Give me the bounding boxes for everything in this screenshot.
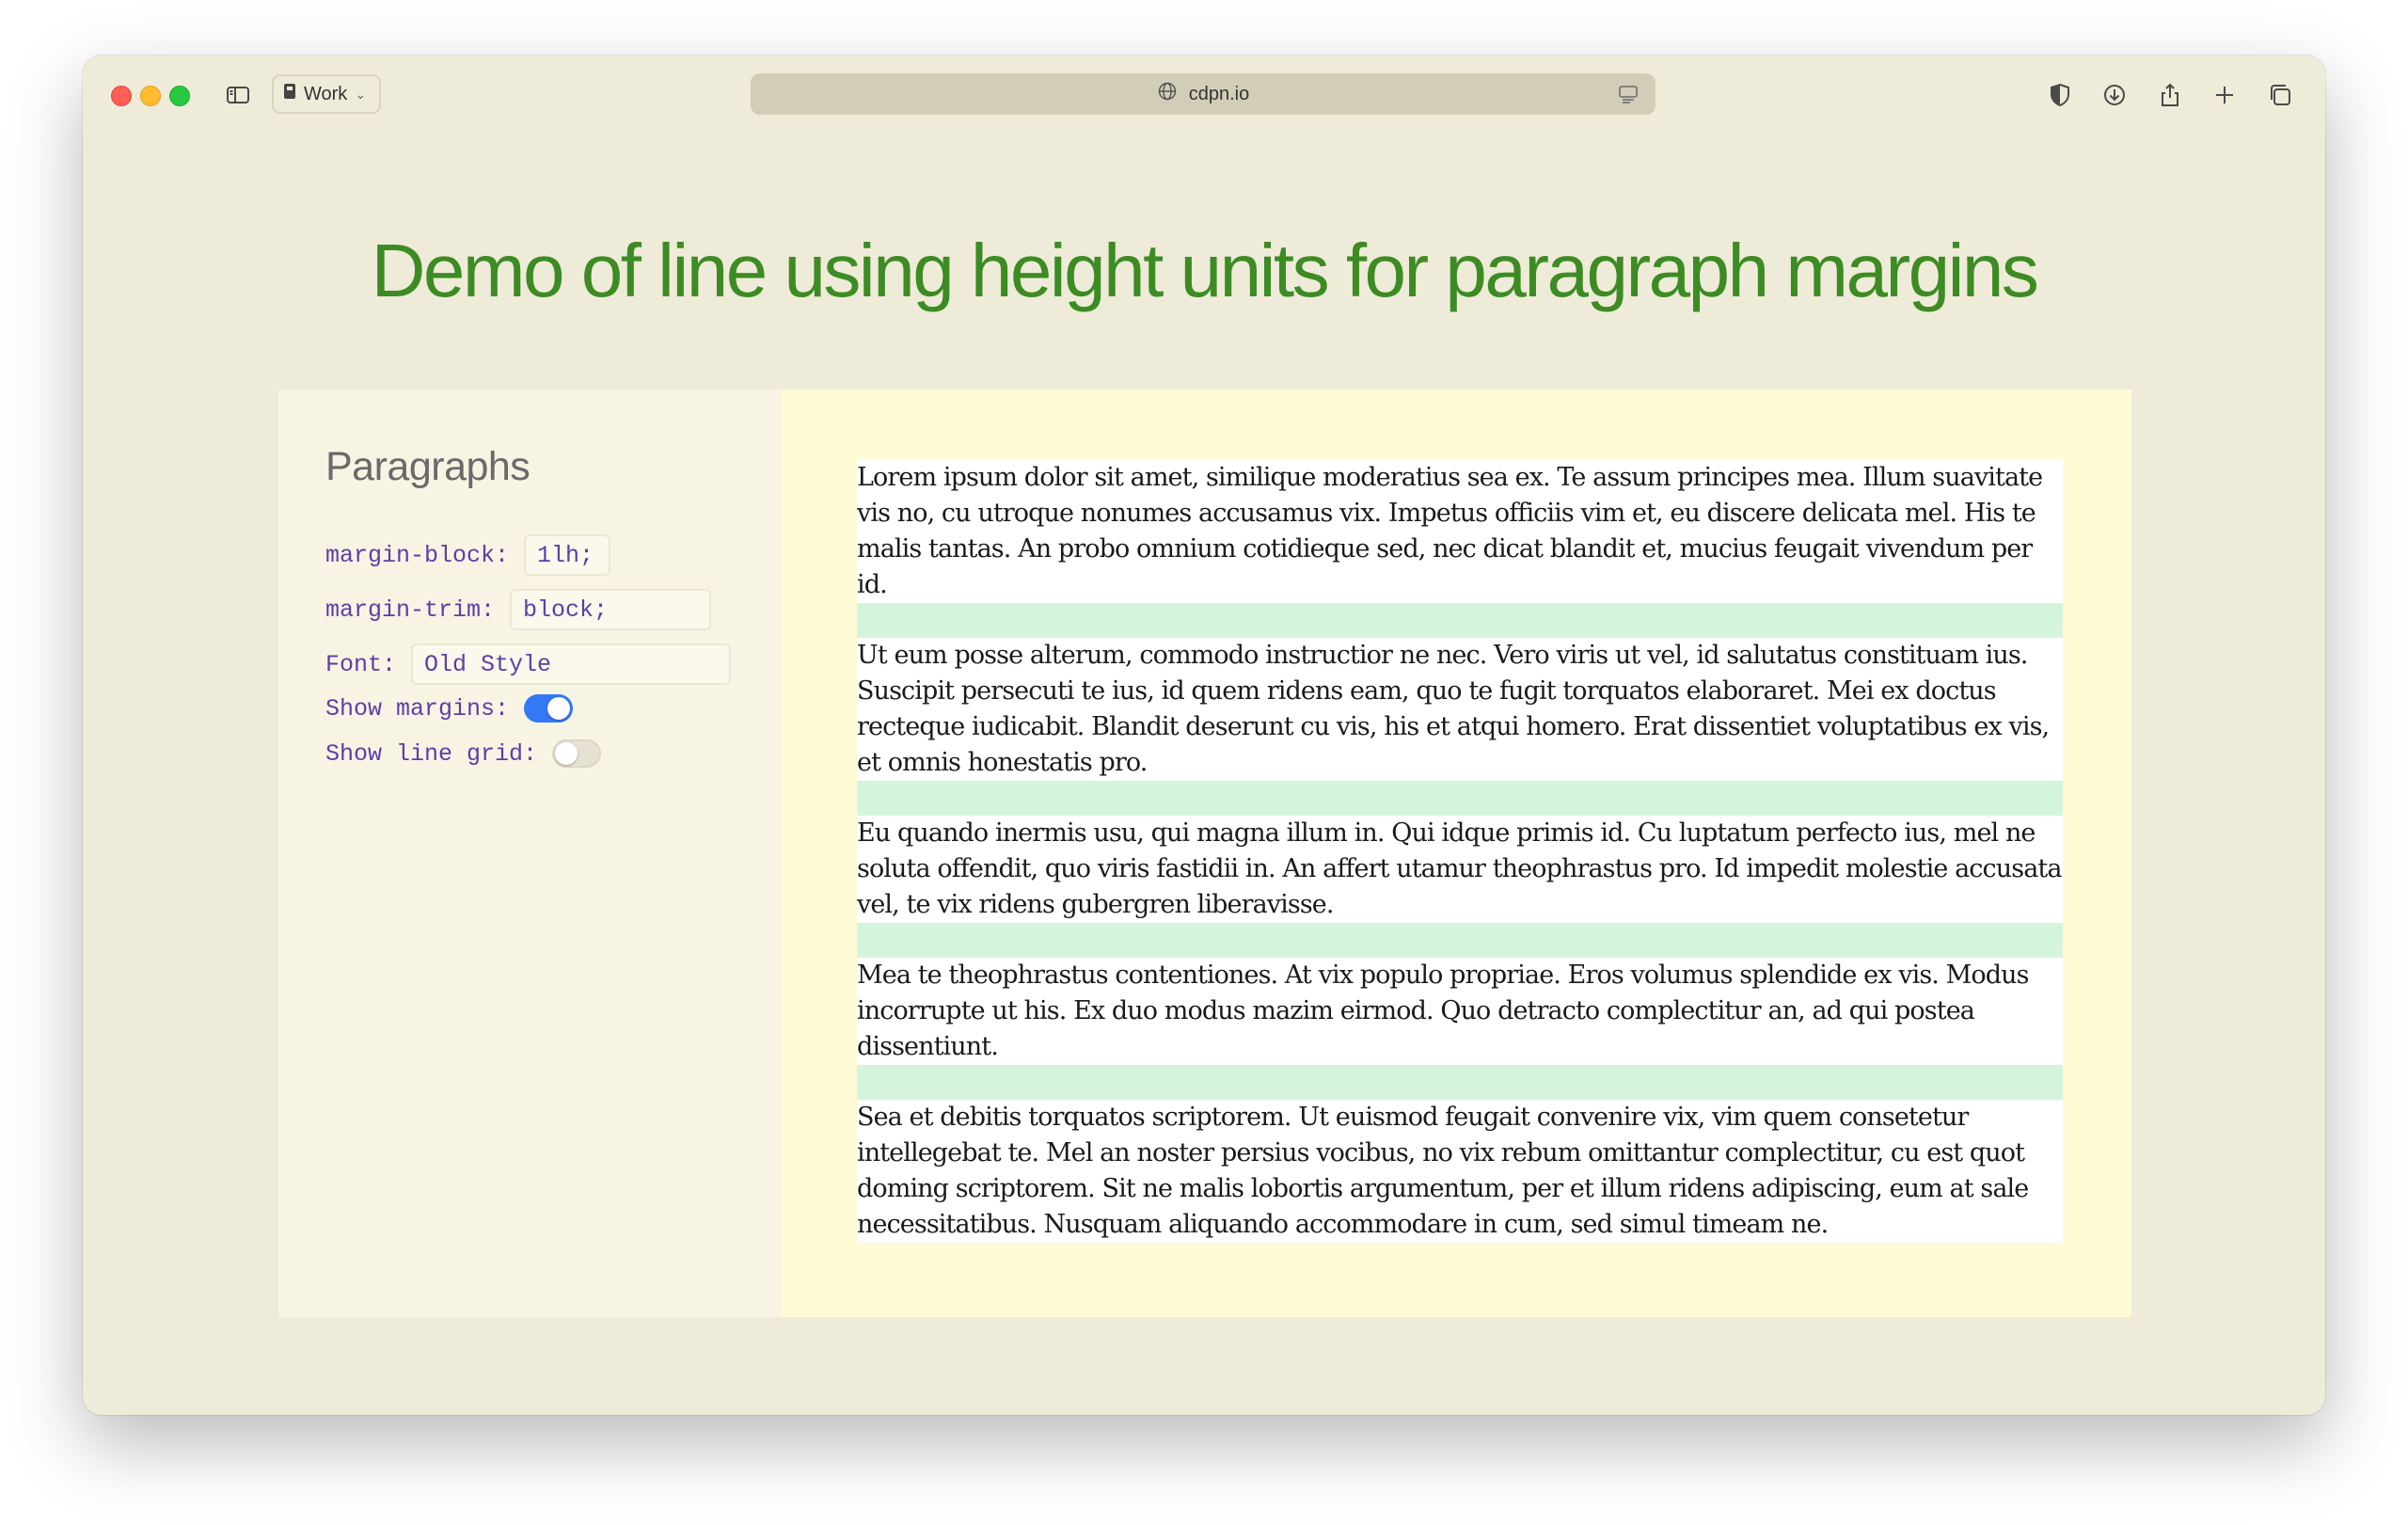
profile-label: Work: [304, 83, 348, 104]
paragraph: Sea et debitis torquatos scriptorem. Ut …: [857, 1100, 2063, 1243]
share-icon[interactable]: [2153, 78, 2187, 112]
paragraph: Eu quando inermis usu, qui magna illum i…: [857, 816, 2063, 923]
show-margins-label: Show margins:: [325, 694, 510, 723]
sidebar-toggle-icon[interactable]: [221, 78, 255, 112]
show-line-grid-label: Show line grid:: [325, 739, 538, 768]
maximize-window-button[interactable]: [169, 86, 190, 106]
url-text: cdpn.io: [1188, 83, 1250, 104]
reader-mode-icon[interactable]: [1616, 82, 1640, 106]
chevron-down-icon: ⌄: [355, 86, 367, 102]
paragraphs-preview: Lorem ipsum dolor sit amet, similique mo…: [857, 460, 2063, 1243]
browser-toolbar: Work ⌄ cdpn.io: [83, 56, 2325, 133]
font-select[interactable]: [411, 643, 732, 685]
toggle-knob: [547, 697, 571, 720]
new-tab-icon[interactable]: [2208, 78, 2242, 112]
browser-window: Work ⌄ cdpn.io Demo of line using height…: [83, 56, 2325, 1415]
font-label: Font:: [325, 650, 397, 678]
margin-block-label: margin-block:: [325, 541, 510, 569]
controls-sidebar: Paragraphs margin-block: margin-trim: Fo…: [278, 389, 782, 1317]
margin-highlight: [857, 781, 2063, 816]
margin-block-input[interactable]: [524, 534, 611, 576]
font-control: Font:: [325, 643, 732, 685]
margin-trim-control: margin-trim:: [325, 589, 712, 630]
margin-highlight: [857, 1065, 2063, 1100]
tab-overview-icon[interactable]: [2263, 78, 2297, 112]
margin-highlight: [857, 603, 2063, 638]
margin-highlight: [857, 923, 2063, 958]
show-line-grid-control: Show line grid:: [325, 739, 602, 768]
privacy-shield-icon[interactable]: [2043, 78, 2077, 112]
demo-panel: Paragraphs margin-block: margin-trim: Fo…: [278, 389, 2131, 1317]
tab-group-profile-button[interactable]: Work ⌄: [272, 74, 382, 114]
paragraph: Ut eum posse alterum, commodo instructio…: [857, 638, 2063, 781]
address-bar[interactable]: cdpn.io: [751, 73, 1656, 115]
profile-icon: [283, 83, 296, 105]
show-line-grid-toggle[interactable]: [552, 739, 602, 768]
downloads-icon[interactable]: [2098, 78, 2131, 112]
show-margins-control: Show margins:: [325, 694, 574, 723]
margin-trim-label: margin-trim:: [325, 596, 496, 624]
paragraph: Mea te theophrastus contentiones. At vix…: [857, 958, 2063, 1065]
globe-icon: [1157, 81, 1178, 107]
paragraph: Lorem ipsum dolor sit amet, similique mo…: [857, 460, 2063, 603]
close-window-button[interactable]: [111, 86, 132, 106]
toggle-knob: [555, 742, 578, 765]
sidebar-heading: Paragraphs: [325, 444, 531, 489]
show-margins-toggle[interactable]: [524, 694, 574, 723]
minimize-window-button[interactable]: [140, 86, 161, 106]
page-title: Demo of line using height units for para…: [371, 229, 2039, 312]
margin-block-control: margin-block:: [325, 534, 611, 576]
margin-trim-input[interactable]: [510, 589, 712, 630]
